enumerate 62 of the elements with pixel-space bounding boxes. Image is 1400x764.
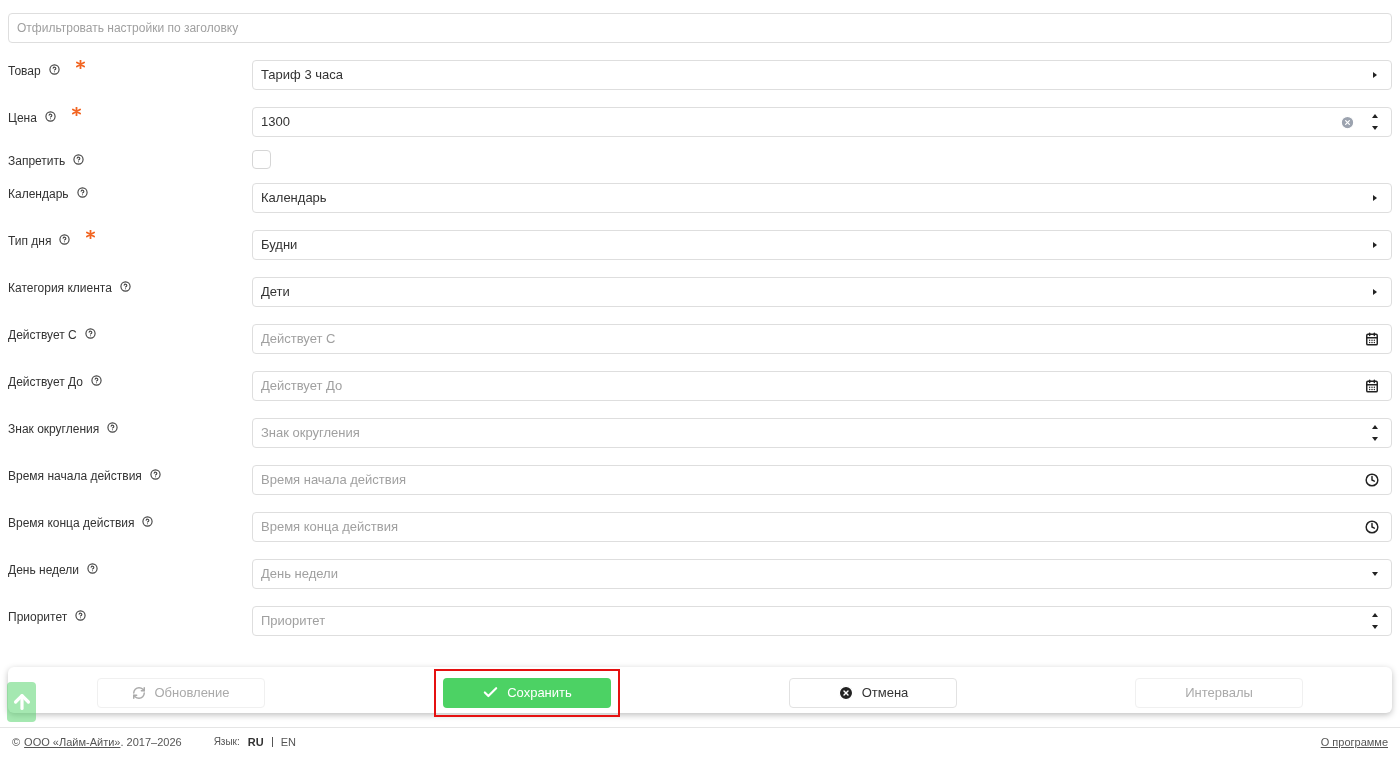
help-icon[interactable] [48, 64, 60, 75]
save-button[interactable]: Сохранить [443, 677, 611, 708]
field-label: Запретить [8, 153, 66, 170]
field-label: Цена [8, 110, 37, 127]
calendar-icon[interactable] [1365, 332, 1379, 346]
filter-field[interactable]: Отфильтровать настройки по заголовку [8, 13, 1392, 43]
help-icon[interactable] [76, 187, 88, 198]
arrow-right-icon[interactable] [1371, 288, 1379, 296]
help-icon[interactable] [75, 610, 87, 621]
clock-icon[interactable] [1365, 473, 1379, 487]
input-field[interactable]: Знак округления [252, 418, 1392, 448]
language-link[interactable]: EN [280, 733, 296, 750]
language-link[interactable]: RU [247, 733, 264, 750]
field-label: Тип дня [8, 233, 52, 250]
input-field[interactable]: Календарь [252, 183, 1392, 213]
spinner-icon[interactable] [1371, 612, 1379, 630]
input-field[interactable]: Действует С [252, 324, 1392, 354]
calendar-icon[interactable] [1365, 379, 1379, 393]
field-label: Категория клиента [8, 280, 112, 297]
field-label: Действует С [8, 327, 77, 344]
input-field[interactable]: Будни [252, 230, 1392, 260]
field-label: Время конца действия [8, 515, 135, 532]
field-label: Календарь [8, 186, 69, 203]
field-label: Приоритет [8, 609, 68, 626]
field-label: День недели [8, 562, 80, 579]
copyright-sign: © [12, 734, 21, 750]
help-icon[interactable] [59, 234, 71, 245]
help-icon[interactable] [44, 111, 56, 122]
input-field[interactable]: Действует До [252, 371, 1392, 401]
field-label: Время начала действия [8, 468, 142, 485]
language-label: Язык: [213, 735, 240, 750]
spinner-icon[interactable] [1371, 113, 1379, 131]
years-text: . 2017–2026 [120, 734, 182, 750]
input-field[interactable]: Приоритет [252, 606, 1392, 636]
help-icon[interactable] [91, 375, 103, 386]
field-label: Товар [8, 63, 41, 80]
help-icon[interactable] [119, 281, 131, 292]
checkbox[interactable] [252, 150, 271, 169]
arrow-right-icon[interactable] [1371, 194, 1379, 202]
input-field[interactable]: Время начала действия [252, 465, 1392, 495]
field-label: Знак округления [8, 421, 100, 438]
help-icon[interactable] [87, 563, 99, 574]
help-icon[interactable] [84, 328, 96, 339]
cancel-button[interactable]: Отмена [789, 677, 957, 708]
help-icon[interactable] [107, 422, 119, 433]
input-field[interactable]: Время конца действия [252, 512, 1392, 542]
help-icon[interactable] [142, 516, 154, 527]
close-icon [837, 684, 854, 701]
refresh-icon [132, 685, 147, 700]
input-field[interactable]: День недели [252, 559, 1392, 589]
input-field[interactable]: Дети [252, 277, 1392, 307]
help-icon[interactable] [149, 469, 161, 480]
caret-down-icon[interactable] [1371, 570, 1379, 578]
clock-icon[interactable] [1365, 520, 1379, 534]
help-icon[interactable] [73, 154, 85, 165]
arrow-right-icon[interactable] [1371, 241, 1379, 249]
arrow-right-icon[interactable] [1371, 71, 1379, 79]
input-field[interactable]: Тариф 3 часа [252, 60, 1392, 90]
about-link[interactable]: О программе [1320, 733, 1388, 750]
input-field[interactable]: 1300 [252, 107, 1392, 137]
spinner-icon[interactable] [1371, 424, 1379, 442]
field-label: Действует До [8, 374, 84, 391]
